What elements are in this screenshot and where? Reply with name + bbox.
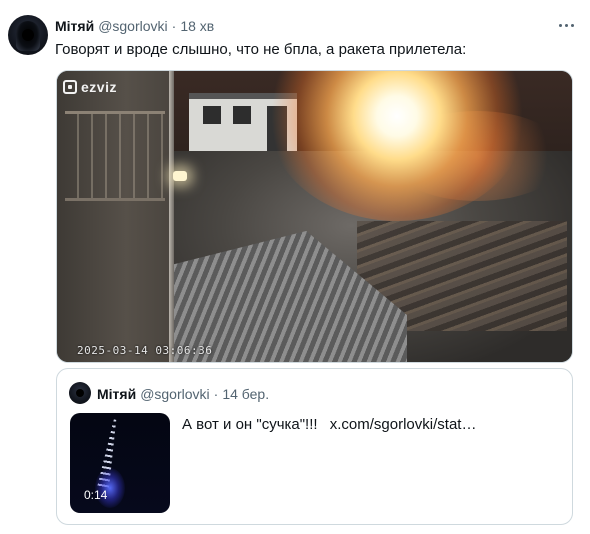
video-lamp xyxy=(173,171,187,181)
video-house-window xyxy=(233,106,251,124)
tweet[interactable]: Мітяй @sgorlovki · 18 хв Говорят и вроде… xyxy=(0,0,590,534)
tweet-text: Говорят и вроде слышно, что не бпла, а р… xyxy=(55,41,467,58)
quoted-tweet-body: А вот и он "сучка"!!! xyxy=(182,416,318,433)
quoted-tweet-text: А вот и он "сучка"!!! x.com/sgorlovki/st… xyxy=(182,416,476,434)
more-horizontal-icon[interactable] xyxy=(555,16,577,34)
video-house-window xyxy=(203,106,221,124)
video-watermark-text: ezviz xyxy=(81,79,117,95)
author-handle[interactable]: @sgorlovki xyxy=(98,18,167,34)
video-pole xyxy=(169,71,174,362)
author-name[interactable]: Мітяй xyxy=(55,18,94,34)
ezviz-logo-icon xyxy=(63,80,77,94)
header-separator: · xyxy=(171,18,177,34)
quoted-tweet-header: Мітяй @sgorlovki · 14 бер. xyxy=(97,385,269,402)
quoted-video-thumbnail[interactable]: 0:14 xyxy=(70,413,170,513)
video-camera-timestamp: 2025-03-14 03:06:36 xyxy=(77,344,213,357)
quoted-tweet-timestamp[interactable]: 14 бер. xyxy=(222,386,269,402)
tweet-video[interactable]: ezviz 2025-03-14 03:06:36 xyxy=(56,70,573,363)
video-watermark: ezviz xyxy=(63,79,117,95)
video-balcony xyxy=(65,111,165,201)
video-duration: 0:14 xyxy=(84,488,108,502)
quoted-header-separator: · xyxy=(213,385,219,402)
tweet-header: Мітяй @sgorlovki · 18 хв xyxy=(55,17,214,35)
quoted-tweet[interactable]: Мітяй @sgorlovki · 14 бер. 0:14 А вот и … xyxy=(56,368,573,525)
tweet-timestamp[interactable]: 18 хв xyxy=(180,18,214,34)
author-avatar[interactable] xyxy=(8,15,48,55)
quoted-author-avatar[interactable] xyxy=(69,382,91,404)
quoted-author-handle[interactable]: @sgorlovki xyxy=(140,386,209,402)
quoted-tweet-link[interactable]: x.com/sgorlovki/stat… xyxy=(330,416,477,433)
avatar-face-shape xyxy=(22,29,34,41)
quoted-author-name[interactable]: Мітяй xyxy=(97,386,136,402)
avatar-face-shape xyxy=(76,389,84,397)
